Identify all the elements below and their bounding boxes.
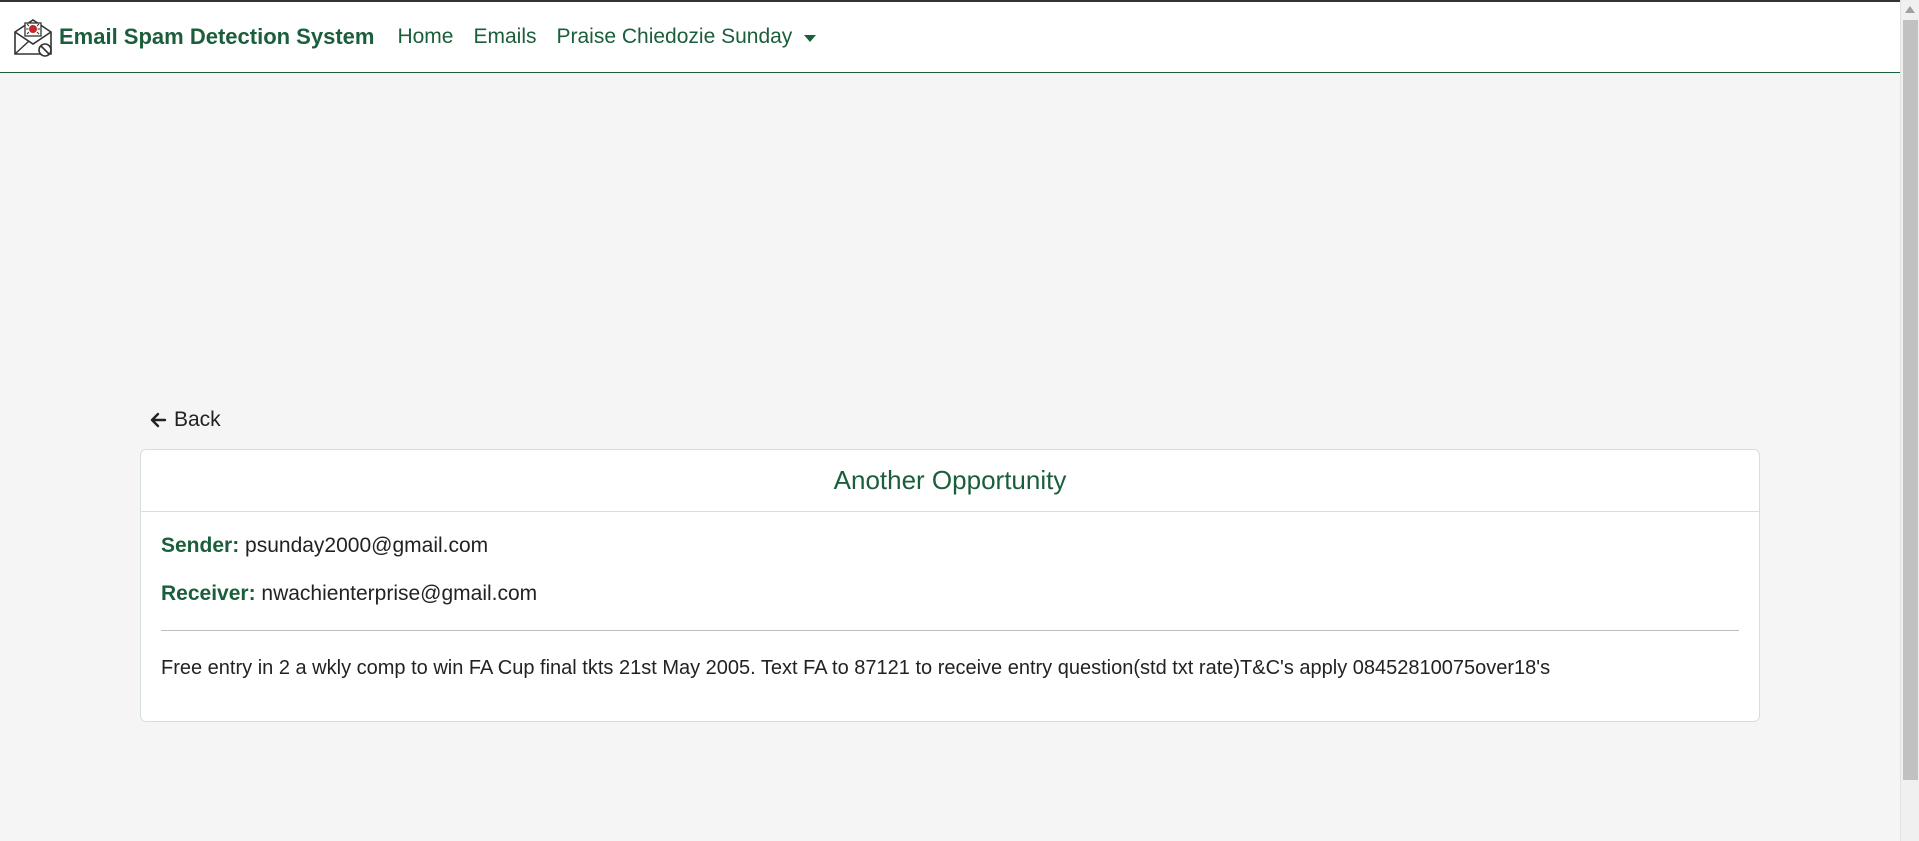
email-card-header: Another Opportunity [141,450,1759,512]
receiver-row: Receiver: nwachienterprise@gmail.com [161,582,1739,606]
sender-label: Sender: [161,534,246,557]
caret-down-icon [804,34,817,42]
brand-link[interactable]: Email Spam Detection System [12,16,374,58]
receiver-value: nwachienterprise@gmail.com [261,582,538,605]
email-body: Free entry in 2 a wkly comp to win FA Cu… [161,657,1551,679]
email-subject: Another Opportunity [833,465,1067,495]
sender-row: Sender: psunday2000@gmail.com [161,534,1739,558]
spam-envelope-icon [14,19,52,57]
nav-home-link[interactable]: Home [397,25,453,49]
user-name-label: Praise Chiedozie Sunday [556,25,793,48]
scrollbar-thumb[interactable] [1903,20,1918,780]
email-card: Another Opportunity Sender: psunday2000@… [140,449,1760,722]
arrow-left-icon [150,412,167,428]
brand-title: Email Spam Detection System [59,24,375,49]
back-button[interactable]: Back [148,408,221,432]
navbar: Email Spam Detection System Home Emails … [0,2,1900,73]
divider [161,630,1739,631]
vertical-scrollbar[interactable] [1900,0,1919,841]
nav-emails-link[interactable]: Emails [473,25,536,49]
user-dropdown-toggle[interactable]: Praise Chiedozie Sunday [557,25,817,49]
receiver-label: Receiver: [161,582,262,605]
sender-value: psunday2000@gmail.com [245,534,489,557]
back-label: Back [174,408,221,431]
email-card-body: Sender: psunday2000@gmail.com Receiver: … [141,512,1759,680]
nav-links: Home Emails Praise Chiedozie Sunday [397,25,836,49]
scroll-up-arrow-icon[interactable] [1905,6,1915,13]
